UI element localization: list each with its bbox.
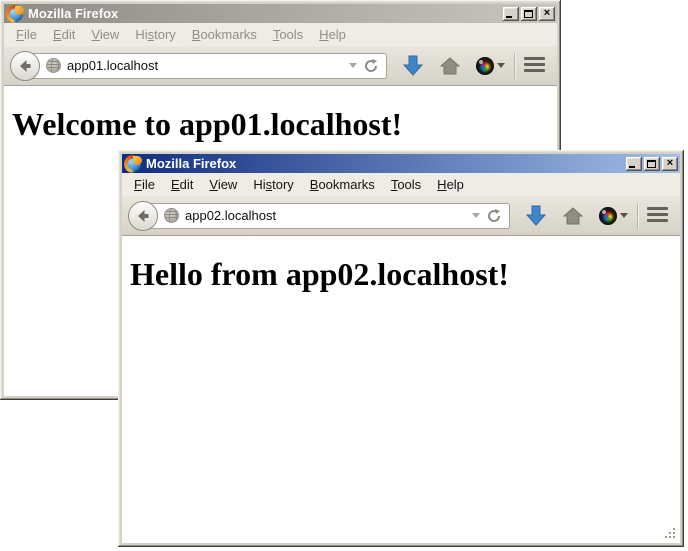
- browser-window-app02: Mozilla Firefox × File Edit View History…: [118, 150, 684, 547]
- site-globe-icon: [164, 208, 179, 223]
- back-button[interactable]: [128, 201, 158, 231]
- minimize-icon: [629, 166, 635, 168]
- menu-bar: File Edit View History Bookmarks Tools H…: [122, 173, 680, 196]
- maximize-button[interactable]: [521, 7, 537, 21]
- addon-caret-icon: [497, 63, 505, 68]
- titlebar[interactable]: Mozilla Firefox ×: [122, 154, 680, 173]
- menu-history[interactable]: History: [245, 174, 301, 195]
- downloads-button[interactable]: [526, 205, 546, 227]
- titlebar[interactable]: Mozilla Firefox ×: [4, 4, 557, 23]
- menu-button[interactable]: [647, 207, 668, 224]
- page-heading: Welcome to app01.localhost!: [12, 106, 557, 143]
- menu-edit[interactable]: Edit: [45, 24, 83, 45]
- menu-view[interactable]: View: [201, 174, 245, 195]
- menu-bar: File Edit View History Bookmarks Tools H…: [4, 23, 557, 46]
- minimize-icon: [506, 16, 512, 18]
- window-controls: ×: [503, 7, 555, 21]
- menu-file[interactable]: File: [126, 174, 163, 195]
- reload-icon[interactable]: [486, 208, 502, 224]
- menu-file[interactable]: File: [8, 24, 45, 45]
- reload-icon[interactable]: [363, 58, 379, 74]
- color-wheel-icon: [476, 57, 494, 75]
- downloads-button[interactable]: [403, 55, 423, 77]
- menu-help[interactable]: Help: [311, 24, 354, 45]
- url-input[interactable]: app01.localhost: [67, 58, 343, 73]
- close-button[interactable]: ×: [539, 7, 555, 21]
- resize-grip[interactable]: [663, 526, 676, 539]
- maximize-icon: [524, 10, 533, 18]
- menu-edit[interactable]: Edit: [163, 174, 201, 195]
- urlbar-dropdown-icon[interactable]: [349, 63, 357, 68]
- menu-tools[interactable]: Tools: [265, 24, 311, 45]
- window-controls: ×: [626, 157, 678, 171]
- download-arrow-icon: [403, 55, 423, 77]
- url-bar[interactable]: app02.localhost: [142, 203, 510, 229]
- page-heading: Hello from app02.localhost!: [130, 256, 680, 293]
- navigation-toolbar: app02.localhost: [122, 196, 680, 236]
- menu-help[interactable]: Help: [429, 174, 472, 195]
- firefox-logo-icon: [7, 6, 23, 22]
- menu-button[interactable]: [524, 57, 545, 74]
- maximize-icon: [647, 160, 656, 168]
- home-icon: [563, 207, 583, 225]
- url-bar[interactable]: app01.localhost: [24, 53, 387, 79]
- back-arrow-icon: [16, 57, 34, 75]
- addon-button[interactable]: [599, 207, 628, 225]
- navigation-toolbar: app01.localhost: [4, 46, 557, 86]
- addon-caret-icon: [620, 213, 628, 218]
- menu-bookmarks[interactable]: Bookmarks: [184, 24, 265, 45]
- window-title: Mozilla Firefox: [146, 154, 621, 173]
- window-title: Mozilla Firefox: [28, 4, 498, 23]
- toolbar-separator: [637, 203, 638, 229]
- maximize-button[interactable]: [644, 157, 660, 171]
- urlbar-dropdown-icon[interactable]: [472, 213, 480, 218]
- page-content-app02: Hello from app02.localhost!: [122, 236, 680, 543]
- color-wheel-icon: [599, 207, 617, 225]
- site-globe-icon: [46, 58, 61, 73]
- addon-button[interactable]: [476, 57, 505, 75]
- menu-history[interactable]: History: [127, 24, 183, 45]
- back-button[interactable]: [10, 51, 40, 81]
- home-button[interactable]: [563, 207, 583, 225]
- back-arrow-icon: [134, 207, 152, 225]
- toolbar-separator: [514, 53, 515, 79]
- menu-tools[interactable]: Tools: [383, 174, 429, 195]
- home-button[interactable]: [440, 57, 460, 75]
- desktop: Mozilla Firefox × File Edit View History…: [0, 0, 688, 551]
- minimize-button[interactable]: [626, 157, 642, 171]
- firefox-logo-icon: [125, 156, 141, 172]
- close-button[interactable]: ×: [662, 157, 678, 171]
- minimize-button[interactable]: [503, 7, 519, 21]
- menu-bookmarks[interactable]: Bookmarks: [302, 174, 383, 195]
- download-arrow-icon: [526, 205, 546, 227]
- home-icon: [440, 57, 460, 75]
- url-input[interactable]: app02.localhost: [185, 208, 466, 223]
- menu-view[interactable]: View: [83, 24, 127, 45]
